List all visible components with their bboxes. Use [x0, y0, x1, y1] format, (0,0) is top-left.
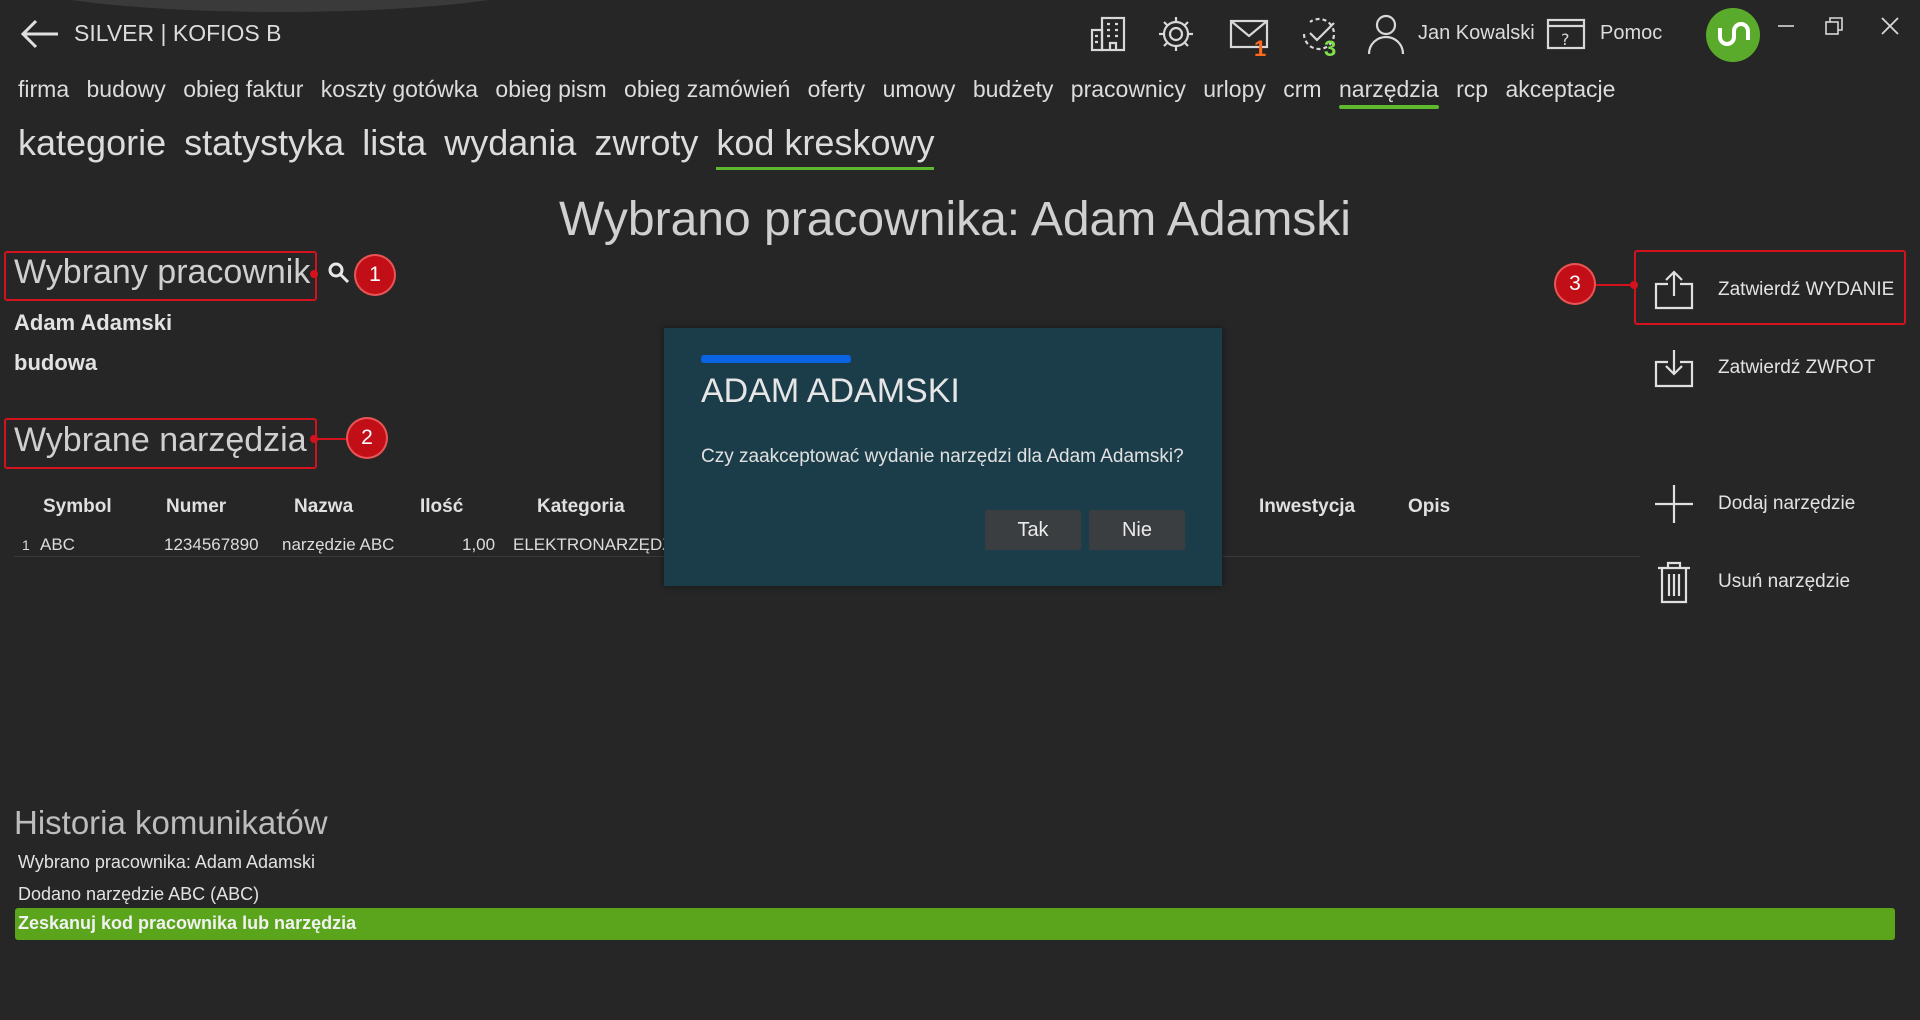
cell-ilosc[interactable]: 1,00	[462, 535, 495, 555]
add-tool-label: Dodaj narzędzie	[1718, 493, 1856, 514]
back-arrow-icon[interactable]	[18, 14, 62, 54]
dialog-title: ADAM ADAMSKI	[701, 372, 960, 410]
employee-name: Adam Adamski	[14, 310, 173, 335]
help-icon[interactable]: ?	[1544, 12, 1588, 56]
status-message: Zeskanuj kod pracownika lub narzędzia	[18, 913, 357, 933]
annotation-marker-3: 3	[1554, 263, 1596, 305]
confirm-issue-label: Zatwierdź WYDANIE	[1718, 279, 1895, 300]
nav-item[interactable]: oferty	[808, 76, 866, 103]
buildings-icon[interactable]	[1086, 12, 1130, 56]
mail-icon[interactable]: 1	[1224, 12, 1274, 61]
nav-item[interactable]: koszty gotówka	[321, 76, 478, 103]
history-entry: Dodano narzędzie ABC (ABC)	[18, 884, 260, 904]
subnav-item[interactable]: kategorie	[18, 122, 166, 164]
cell-numer[interactable]: 1234567890	[164, 535, 259, 555]
nav-item[interactable]: pracownicy	[1071, 76, 1186, 103]
nav-item[interactable]: urlopy	[1203, 76, 1266, 103]
subnav-item[interactable]: wydania	[444, 122, 576, 164]
dialog-message: Czy zaakceptować wydanie narzędzi dla Ad…	[701, 446, 1184, 467]
remove-tool-label: Usuń narzędzie	[1718, 571, 1851, 592]
column-header[interactable]: Opis	[1408, 496, 1450, 518]
column-header[interactable]: Inwestycja	[1259, 496, 1355, 518]
dialog-accent-bar	[701, 355, 851, 363]
subnav-item[interactable]: statystyka	[184, 122, 344, 164]
nav-item[interactable]: firma	[18, 76, 69, 103]
subnav-item[interactable]: zwroty	[594, 122, 698, 164]
remove-tool-button[interactable]: Usuń narzędzie	[1650, 552, 1850, 612]
download-icon	[1650, 344, 1698, 392]
user-name[interactable]: Jan Kowalski	[1418, 22, 1535, 45]
help-label[interactable]: Pomoc	[1600, 22, 1662, 45]
nav-item[interactable]: budowy	[87, 76, 166, 103]
nav-item[interactable]: umowy	[883, 76, 956, 103]
annotation-dot	[1630, 281, 1638, 289]
confirm-issue-button[interactable]: Zatwierdź WYDANIE	[1650, 260, 1894, 320]
cell-nazwa[interactable]: narzędzie ABC	[282, 535, 394, 555]
close-icon[interactable]	[1870, 8, 1910, 44]
nav-item[interactable]: obieg faktur	[183, 76, 303, 103]
cell-kategoria[interactable]: ELEKTRONARZĘDZI	[513, 535, 677, 555]
nav-item-narzedzia[interactable]: narzędzia	[1338, 76, 1439, 109]
column-header[interactable]: Symbol	[43, 496, 112, 518]
main-nav: firma budowy obieg faktur koszty gotówka…	[18, 76, 1621, 110]
sub-nav: kategorie statystyka lista wydania zwrot…	[18, 122, 942, 170]
app-logo-icon	[1706, 8, 1760, 62]
column-header[interactable]: Nazwa	[294, 496, 353, 518]
confirm-return-button[interactable]: Zatwierdź ZWROT	[1650, 338, 1875, 398]
history-title: Historia komunikatów	[14, 804, 328, 841]
history-entry: Wybrano pracownika: Adam Adamski	[18, 852, 315, 872]
annotation-line	[316, 438, 350, 440]
cell-symbol[interactable]: ABC	[40, 535, 75, 555]
upload-icon	[1650, 266, 1698, 314]
mail-count-badge: 1	[1254, 36, 1267, 61]
add-tool-button[interactable]: Dodaj narzędzie	[1650, 474, 1855, 534]
employee-site: budowa	[14, 350, 98, 375]
trash-icon	[1650, 558, 1698, 606]
minimize-icon[interactable]	[1766, 8, 1806, 44]
titlebar-decoration	[0, 0, 560, 12]
annotation-line	[1596, 284, 1632, 286]
gear-icon[interactable]	[1154, 12, 1198, 56]
nav-item[interactable]: obieg zamówień	[624, 76, 790, 103]
nav-item[interactable]: crm	[1283, 76, 1321, 103]
nav-item[interactable]: rcp	[1456, 76, 1488, 103]
subnav-item[interactable]: lista	[362, 122, 426, 164]
restore-icon[interactable]	[1814, 8, 1854, 44]
page-heading: Wybrano pracownika: Adam Adamski	[559, 193, 1351, 246]
annotation-marker-1: 1	[354, 254, 396, 296]
user-icon[interactable]	[1364, 12, 1408, 56]
nav-item[interactable]: obieg pism	[495, 76, 606, 103]
tasks-count-badge: 3	[1324, 36, 1337, 61]
tasks-check-icon[interactable]: 3	[1294, 12, 1344, 61]
plus-icon	[1650, 480, 1698, 528]
nav-item[interactable]: akceptacje rob	[1505, 76, 1621, 103]
confirm-return-label: Zatwierdź ZWROT	[1718, 357, 1876, 378]
annotation-dot	[310, 270, 318, 278]
column-header[interactable]: Ilość	[420, 496, 463, 518]
app-title: SILVER | KOFIOS B	[74, 20, 282, 46]
employee-section-title: Wybrany pracownik	[14, 253, 311, 291]
nav-item[interactable]: budżety	[973, 76, 1054, 103]
annotation-marker-2: 2	[346, 417, 388, 459]
yes-button[interactable]: Tak	[985, 510, 1081, 550]
search-icon[interactable]	[326, 260, 352, 286]
confirm-dialog: ADAM ADAMSKI Czy zaakceptować wydanie na…	[664, 328, 1222, 586]
no-button[interactable]: Nie	[1089, 510, 1185, 550]
column-header[interactable]: Kategoria	[537, 496, 625, 518]
row-index: 1	[22, 537, 30, 553]
subnav-item-kod-kreskowy[interactable]: kod kreskowy	[716, 122, 935, 170]
tools-section-title: Wybrane narzędzia	[14, 421, 307, 459]
column-header[interactable]: Numer	[166, 496, 226, 518]
svg-text:?: ?	[1561, 30, 1570, 49]
